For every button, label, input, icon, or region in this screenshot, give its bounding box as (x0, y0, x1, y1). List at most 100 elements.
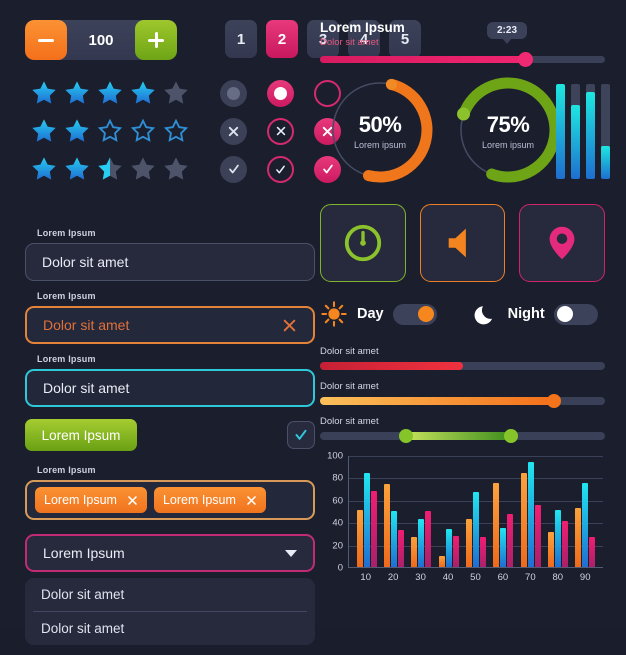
star-filled-icon[interactable] (129, 79, 157, 107)
media-subtitle: Dolor sit amet (320, 37, 379, 48)
dropdown-option[interactable]: Dolor sit amet (25, 612, 315, 645)
star-filled-icon[interactable] (63, 117, 91, 145)
page-button-1[interactable]: 1 (225, 20, 257, 58)
timer-tile[interactable] (320, 204, 406, 282)
check-icon (295, 429, 307, 440)
star-outline-icon[interactable] (129, 117, 157, 145)
check-gray-button[interactable] (220, 155, 247, 183)
star-filled-icon[interactable] (63, 79, 91, 107)
donut-percent: 50% (358, 112, 402, 137)
input-value: Dolor sit amet (43, 380, 130, 396)
text-input-default[interactable]: Dolor sit amet (25, 243, 315, 281)
dropdown-option[interactable]: Dolor sit amet (25, 578, 315, 611)
star-filled-icon[interactable] (30, 117, 58, 145)
bar-series-orange (438, 555, 445, 567)
close-gray-button[interactable] (220, 117, 247, 145)
stepper-decrement-button[interactable] (25, 20, 67, 60)
donut-chart-75: 75% Lorem ipsum (452, 74, 564, 191)
volume-tile[interactable] (419, 204, 506, 282)
tag-label: Lorem Ipsum (162, 493, 236, 507)
night-label: Night (507, 306, 545, 322)
star-filled-icon[interactable] (30, 155, 58, 183)
theme-toggles: Day Night (320, 300, 605, 328)
close-icon[interactable] (246, 495, 257, 506)
field-select: Lorem Ipsum Dolor sit amet Dolor sit ame… (25, 534, 315, 645)
close-icon[interactable] (282, 318, 297, 333)
close-outline-button[interactable] (267, 117, 294, 145)
bar-series-orange (547, 532, 554, 567)
volume-icon (448, 228, 466, 258)
bar-series-cyan (390, 511, 397, 567)
tag-label: Lorem Ipsum (44, 493, 117, 507)
bar-series-orange (383, 484, 390, 567)
bar-group (356, 456, 377, 567)
star-outline-icon[interactable] (96, 117, 124, 145)
rating-row-3[interactable] (30, 154, 190, 184)
rating-row-2[interactable] (30, 116, 190, 146)
tag-chip[interactable]: Lorem Ipsum (35, 487, 147, 513)
check-outline-button[interactable] (267, 155, 294, 183)
slider-handle-high[interactable] (503, 429, 518, 443)
rating-row-1[interactable] (30, 78, 190, 108)
vertical-bar-fill (556, 84, 565, 179)
number-stepper[interactable]: 100 (25, 20, 177, 60)
radio-selected[interactable] (267, 79, 294, 107)
check-icon (276, 165, 285, 173)
donut-label-75: 75% Lorem ipsum (452, 112, 564, 150)
close-icon[interactable] (127, 495, 138, 506)
star-filled-icon[interactable] (63, 155, 91, 183)
tag-chip[interactable]: Lorem Ipsum (153, 487, 266, 513)
slider-fill (320, 397, 554, 405)
location-tile[interactable] (519, 204, 606, 282)
slider-handle[interactable] (546, 394, 561, 408)
star-filled-icon[interactable] (96, 79, 124, 107)
bar-series-cyan (527, 461, 534, 567)
bar-series-cyan (445, 528, 452, 567)
progress-handle[interactable] (518, 52, 534, 67)
night-switch[interactable] (553, 303, 598, 325)
timer-icon (344, 224, 381, 262)
slider-handle-low[interactable] (398, 429, 413, 443)
slider-range-green: Dolor sit amet (320, 416, 605, 443)
bar-series-cyan (363, 472, 370, 567)
donut-subtitle: Lorem ipsum (481, 140, 535, 150)
submit-button[interactable]: Lorem Ipsum (25, 419, 137, 451)
page-button-2[interactable]: 2 (266, 20, 298, 58)
bar-group (465, 456, 486, 567)
tag-input[interactable]: Lorem Ipsum Lorem Ipsum (25, 480, 315, 520)
slider-track[interactable] (320, 429, 605, 443)
bar-series-pink (370, 490, 377, 567)
star-empty-icon[interactable] (162, 155, 190, 183)
text-input-error[interactable]: Dolor sit amet (25, 306, 315, 344)
field-label: Lorem Ipsum (37, 354, 96, 364)
radio-dot-icon (274, 86, 287, 100)
vertical-bar-fill (571, 104, 580, 179)
checkbox-checked[interactable] (287, 421, 315, 449)
donut-subtitle: Lorem ipsum (353, 140, 407, 150)
star-empty-icon[interactable] (129, 155, 157, 183)
slider-track[interactable] (320, 362, 605, 370)
chart-bars (349, 456, 603, 567)
donut-charts: 50% Lorem ipsum 75% Lorem ipsum (320, 74, 610, 194)
progress-track[interactable] (320, 52, 605, 67)
stepper-increment-button[interactable] (135, 20, 177, 60)
radio-unselected[interactable] (220, 79, 247, 107)
day-switch[interactable] (392, 303, 437, 325)
star-filled-icon[interactable] (30, 79, 58, 107)
switch-knob (556, 306, 573, 322)
star-half-icon[interactable] (96, 155, 124, 183)
star-outline-icon[interactable] (162, 117, 190, 145)
check-icon (228, 164, 239, 174)
star-empty-icon[interactable] (162, 79, 190, 107)
plus-icon (148, 32, 164, 48)
x-tick: 70 (525, 572, 536, 583)
sliders-group: Dolor sit amet Dolor sit amet Dolor sit … (320, 346, 605, 443)
field-label: Lorem Ipsum (37, 228, 96, 238)
bar-series-cyan (418, 518, 425, 567)
field-error: Lorem Ipsum Dolor sit amet (25, 291, 315, 344)
slider-track[interactable] (320, 394, 605, 408)
slider-label: Dolor sit amet (320, 416, 379, 427)
select-dropdown[interactable]: Lorem Ipsum (25, 534, 315, 572)
bar-series-orange (465, 518, 472, 567)
text-input-focused[interactable]: Dolor sit amet (25, 369, 315, 407)
